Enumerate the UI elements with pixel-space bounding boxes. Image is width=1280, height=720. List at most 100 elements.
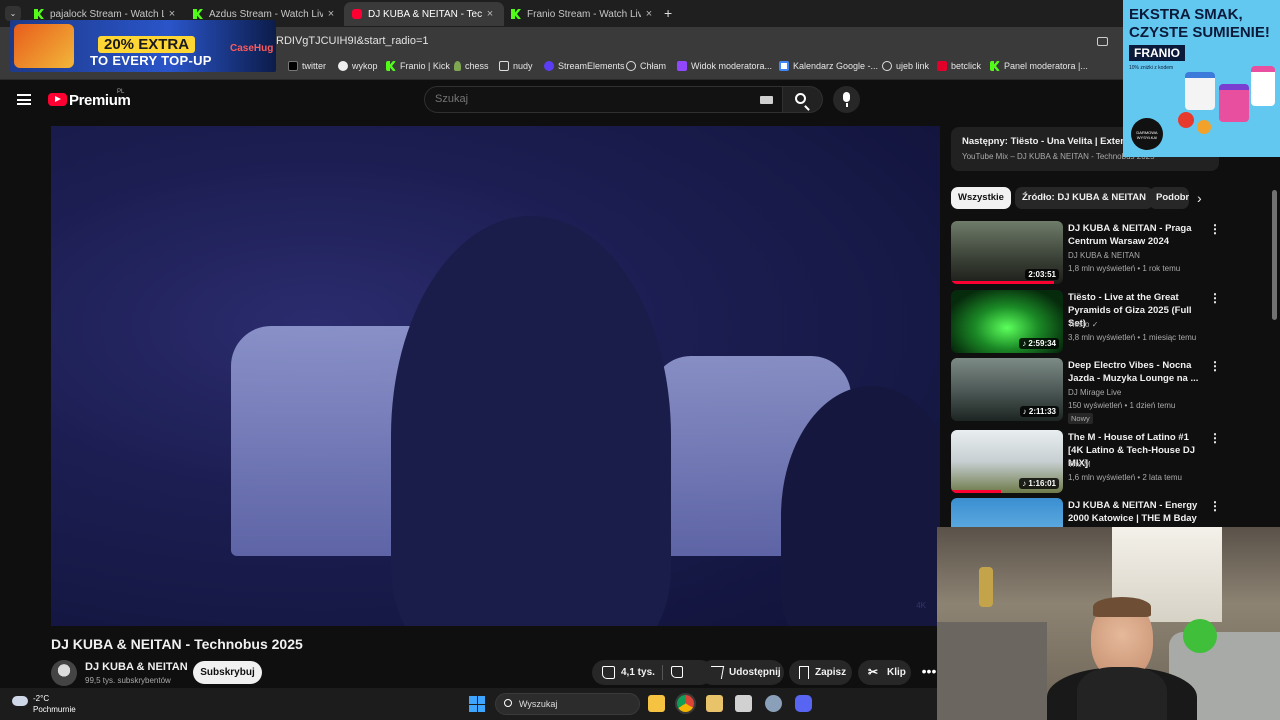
- video-player[interactable]: 4K: [51, 126, 940, 626]
- ad-slogan: EKSTRA SMAK, CZYSTE SUMIENIE!: [1129, 6, 1270, 42]
- hamburger-menu-icon[interactable]: [17, 94, 31, 105]
- bookmark-wykop[interactable]: wykop: [338, 61, 378, 71]
- video-thumbnail[interactable]: ♪ 1:16:01: [951, 430, 1063, 493]
- like-count[interactable]: 4,1 tys.: [621, 667, 655, 678]
- recommendation-item[interactable]: ♪ 2:11:33 Deep Electro Vibes - Nocna Jaz…: [951, 358, 1221, 424]
- bookmark-widok-moderatora[interactable]: Widok moderatora...: [677, 61, 772, 71]
- like-dislike-group: 4,1 tys.: [592, 660, 713, 685]
- chrome-icon[interactable]: [677, 695, 694, 712]
- new-tab-button[interactable]: +: [664, 5, 672, 21]
- tab-close-icon[interactable]: ×: [482, 8, 498, 20]
- bookmark-kalendarz[interactable]: Kalendarz Google -...: [779, 61, 878, 71]
- tab-close-icon[interactable]: ×: [323, 8, 339, 20]
- video-thumbnail[interactable]: ♪ 2:59:34: [951, 290, 1063, 353]
- chip-similar[interactable]: Podobne: [1149, 187, 1189, 209]
- bookmark-twitter[interactable]: twitter: [288, 61, 326, 71]
- tab-youtube-active[interactable]: DJ KUBA & NEITAN - Technobus 2025 ×: [344, 2, 504, 26]
- bookmark-streamelements[interactable]: StreamElements: [544, 61, 625, 71]
- microphone-icon: [843, 92, 850, 107]
- tab-label: DJ KUBA & NEITAN - Technobus 2025: [368, 8, 482, 20]
- webcam-plush: [1183, 619, 1217, 653]
- discord-icon[interactable]: [795, 695, 812, 712]
- bookmark-nudy[interactable]: nudy: [499, 61, 533, 71]
- kebab-menu-icon[interactable]: ⋮: [1209, 499, 1219, 513]
- bookmark-chess[interactable]: chess: [454, 61, 489, 71]
- recommendation-channel[interactable]: DJ Mirage Live: [1068, 388, 1121, 397]
- sidebar-scrollbar[interactable]: [1272, 190, 1277, 320]
- search-input[interactable]: [435, 93, 735, 105]
- product-can-icon: [1219, 84, 1249, 122]
- recommendation-item[interactable]: ♪ 1:16:01 The M - House of Latino #1 [4K…: [951, 430, 1221, 494]
- new-badge: Nowy: [1068, 413, 1093, 424]
- tab-close-icon[interactable]: ×: [164, 8, 180, 20]
- search-box[interactable]: [424, 86, 783, 113]
- channel-name[interactable]: DJ KUBA & NEITAN: [85, 661, 188, 673]
- tab-close-icon[interactable]: ×: [641, 8, 657, 20]
- recommendation-item[interactable]: ♪ 2:59:34 Tiësto - Live at the Great Pyr…: [951, 290, 1221, 354]
- tab-search-button[interactable]: ⌄: [5, 6, 21, 21]
- kebab-menu-icon[interactable]: ⋮: [1209, 291, 1221, 305]
- voice-search-button[interactable]: [833, 86, 860, 113]
- taskbar-search[interactable]: Wyszukaj: [495, 693, 640, 715]
- snipping-tool-icon[interactable]: [735, 695, 752, 712]
- bookmark-ujeb-link[interactable]: ujeb link: [882, 61, 929, 71]
- weather-temperature[interactable]: -2°C: [33, 694, 49, 703]
- fruit-icon: [1197, 120, 1211, 134]
- cloud-icon[interactable]: [12, 696, 28, 706]
- dislike-icon[interactable]: [671, 666, 683, 678]
- ad-subline: TO EVERY TOP-UP: [90, 53, 212, 68]
- treasure-chest-icon: [14, 24, 74, 68]
- kebab-menu-icon[interactable]: ⋮: [1209, 359, 1221, 373]
- recommendation-title[interactable]: DJ KUBA & NEITAN - Praga Centrum Warsaw …: [1068, 222, 1200, 248]
- recommendation-title[interactable]: DJ KUBA & NEITAN - Energy 2000 Katowice …: [1068, 499, 1200, 527]
- betclick-icon: [937, 61, 947, 71]
- search-icon: [795, 93, 806, 104]
- recommendation-item[interactable]: DJ KUBA & NEITAN - Energy 2000 Katowice …: [951, 498, 1219, 527]
- kebab-menu-icon[interactable]: ⋮: [1209, 431, 1221, 445]
- chip-source[interactable]: Źródło: DJ KUBA & NEITAN: [1015, 187, 1154, 209]
- x-icon: [288, 61, 298, 71]
- recommendation-channel[interactable]: DJ KUBA & NEITAN: [1068, 251, 1140, 260]
- bookmark-panel-moderatora[interactable]: Panel moderatora |...: [990, 61, 1088, 71]
- settings-gear-icon[interactable]: [765, 695, 782, 712]
- recommendation-title[interactable]: Deep Electro Vibes - Nocna Jazda - Muzyk…: [1068, 359, 1200, 385]
- chess-icon: [454, 61, 461, 71]
- file-explorer-icon[interactable]: [648, 695, 665, 712]
- recommendation-channel[interactable]: Tiësto ✓: [1068, 320, 1098, 329]
- url-field[interactable]: RDIVgTJCUIH9I&start_radio=1: [276, 35, 429, 47]
- bookmark-label: Franio | Kick: [400, 61, 450, 71]
- bookmark-chlam[interactable]: Chłam: [626, 61, 666, 71]
- video-thumbnail[interactable]: ♪ 2:11:33: [951, 358, 1063, 421]
- tab-franio[interactable]: Franio Stream - Watch Live on Kick ×: [503, 2, 663, 26]
- video-duration: ♪ 1:16:01: [1019, 478, 1059, 489]
- recommendation-meta: 3,8 mln wyświetleń • 1 miesiąc temu: [1068, 333, 1197, 342]
- bookmark-label: twitter: [302, 61, 327, 71]
- bookmark-betclick[interactable]: betclick: [937, 61, 981, 71]
- trophy-app-icon[interactable]: [706, 695, 723, 712]
- youtube-logo-icon[interactable]: [48, 93, 67, 106]
- bookmark-franio-kick[interactable]: Franio | Kick: [386, 61, 450, 71]
- search-button[interactable]: [783, 86, 823, 113]
- video-thumbnail[interactable]: 2:03:51: [951, 221, 1063, 284]
- clip-button[interactable]: ✂ Klip: [858, 660, 911, 685]
- recommendation-channel[interactable]: The M: [1068, 460, 1091, 469]
- recommendation-item[interactable]: 2:03:51 DJ KUBA & NEITAN - Praga Centrum…: [951, 221, 1221, 285]
- channel-avatar[interactable]: [51, 660, 77, 686]
- video-thumbnail[interactable]: [951, 498, 1063, 527]
- windows-start-button[interactable]: [469, 696, 485, 712]
- bookmark-label: betclick: [951, 61, 982, 71]
- share-button[interactable]: Udostępnij: [700, 660, 784, 685]
- save-button[interactable]: Zapisz: [789, 660, 852, 685]
- like-icon[interactable]: [602, 666, 615, 679]
- recommendation-meta: 150 wyświetleń • 1 dzień temu: [1068, 401, 1176, 410]
- weather-description[interactable]: Pochmurnie: [33, 705, 76, 714]
- chevron-right-icon[interactable]: ›: [1197, 190, 1202, 206]
- youtube-header: Premium PL: [0, 81, 1280, 119]
- subscriber-count: 99,5 tys. subskrybentów: [85, 676, 171, 685]
- install-icon[interactable]: [1097, 37, 1108, 46]
- subscribe-button[interactable]: Subskrybuj: [193, 661, 262, 684]
- keyboard-icon[interactable]: [760, 96, 773, 104]
- scissors-icon: ✂: [868, 665, 879, 679]
- chip-all[interactable]: Wszystkie: [951, 187, 1011, 209]
- kebab-menu-icon[interactable]: ⋮: [1209, 222, 1221, 236]
